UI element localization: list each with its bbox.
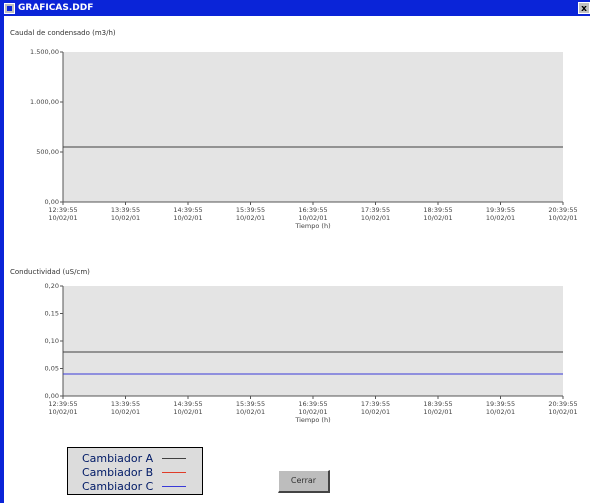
x-tick-label: 13:39:55: [111, 206, 140, 214]
window-title: GRAFICAS.DDF: [18, 3, 94, 13]
x-tick-date: 10/02/01: [486, 408, 515, 416]
legend-swatch-b: [162, 472, 186, 473]
legend-label-b: Cambiador B: [82, 466, 154, 479]
x-tick-date: 10/02/01: [423, 214, 452, 222]
app-icon: [4, 2, 15, 14]
x-tick-label: 15:39:55: [236, 206, 265, 214]
x-tick-label: 19:39:55: [486, 400, 515, 408]
x-tick-date: 10/02/01: [173, 214, 202, 222]
x-axis-label: Tiempo (h): [294, 416, 330, 424]
x-tick-date: 10/02/01: [111, 408, 140, 416]
x-tick-date: 10/02/01: [111, 214, 140, 222]
x-tick-date: 10/02/01: [361, 408, 390, 416]
x-tick-date: 10/02/01: [48, 214, 77, 222]
legend: Cambiador A Cambiador B Cambiador C: [67, 447, 203, 495]
x-tick-date: 10/02/01: [236, 408, 265, 416]
y-tick-label: 0,20: [45, 282, 59, 290]
legend-label-c: Cambiador C: [82, 480, 154, 493]
y-tick-label: 1.500,00: [30, 48, 59, 56]
legend-item-c: Cambiador C: [68, 480, 204, 493]
window-close-button[interactable]: x: [578, 2, 590, 14]
x-tick-label: 12:39:55: [48, 206, 77, 214]
x-tick-date: 10/02/01: [48, 408, 77, 416]
window-title-bar: GRAFICAS.DDF x: [0, 0, 590, 16]
y-tick-label: 1.000,00: [30, 98, 59, 106]
x-tick-label: 20:39:55: [548, 400, 577, 408]
x-tick-date: 10/02/01: [548, 214, 577, 222]
x-tick-label: 18:39:55: [423, 400, 452, 408]
chart-1: 0,00500,001.000,001.500,0012:39:5510/02/…: [30, 48, 578, 230]
x-tick-label: 19:39:55: [486, 206, 515, 214]
y-tick-label: 0,00: [45, 392, 59, 400]
y-tick-label: 0,05: [45, 365, 59, 373]
legend-swatch-c: [162, 486, 186, 487]
x-tick-label: 17:39:55: [361, 206, 390, 214]
cerrar-button[interactable]: Cerrar: [278, 470, 330, 493]
legend-swatch-a: [162, 458, 186, 459]
x-tick-label: 14:39:55: [173, 206, 202, 214]
x-tick-date: 10/02/01: [486, 214, 515, 222]
x-axis-label: Tiempo (h): [294, 222, 330, 230]
plot-area: [63, 286, 563, 396]
x-tick-label: 12:39:55: [48, 400, 77, 408]
x-tick-date: 10/02/01: [173, 408, 202, 416]
y-tick-label: 0,00: [45, 198, 59, 206]
legend-label-a: Cambiador A: [82, 452, 154, 465]
x-tick-date: 10/02/01: [298, 214, 327, 222]
y-tick-label: 0,15: [45, 310, 59, 318]
x-tick-date: 10/02/01: [548, 408, 577, 416]
x-tick-label: 14:39:55: [173, 400, 202, 408]
x-tick-date: 10/02/01: [361, 214, 390, 222]
x-tick-label: 20:39:55: [548, 206, 577, 214]
y-tick-label: 0,10: [45, 337, 59, 345]
legend-item-a: Cambiador A: [68, 452, 204, 465]
x-tick-label: 17:39:55: [361, 400, 390, 408]
chart-2: 0,000,050,100,150,2012:39:5510/02/0113:3…: [45, 282, 578, 424]
x-tick-label: 16:39:55: [298, 206, 327, 214]
x-tick-date: 10/02/01: [298, 408, 327, 416]
x-tick-label: 16:39:55: [298, 400, 327, 408]
x-tick-date: 10/02/01: [236, 214, 265, 222]
x-tick-label: 15:39:55: [236, 400, 265, 408]
x-tick-label: 13:39:55: [111, 400, 140, 408]
x-tick-date: 10/02/01: [423, 408, 452, 416]
plot-area: [63, 52, 563, 202]
x-tick-label: 18:39:55: [423, 206, 452, 214]
legend-item-b: Cambiador B: [68, 466, 204, 479]
y-tick-label: 500,00: [36, 148, 59, 156]
